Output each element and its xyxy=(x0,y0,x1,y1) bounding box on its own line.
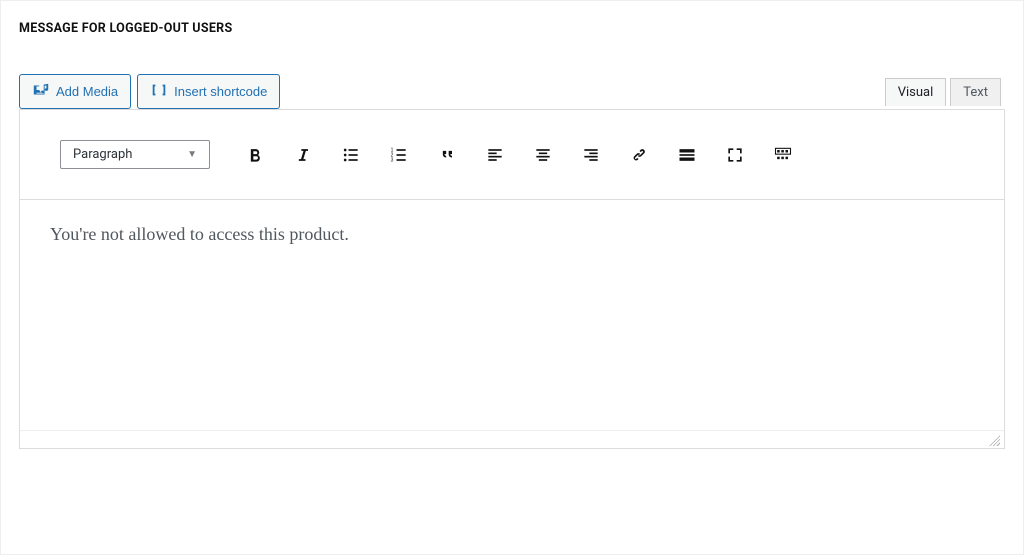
tab-text[interactable]: Text xyxy=(950,78,1001,106)
section-title: MESSAGE FOR LOGGED-OUT USERS xyxy=(19,21,1005,36)
editor-content-area[interactable]: You're not allowed to access this produc… xyxy=(20,200,1004,430)
editor-panel: MESSAGE FOR LOGGED-OUT USERS Add Media I… xyxy=(0,0,1024,555)
editor-container: Paragraph ▼ 123 xyxy=(19,109,1005,449)
editor-status-bar xyxy=(20,430,1004,448)
italic-button[interactable] xyxy=(290,142,316,168)
fullscreen-button[interactable] xyxy=(722,142,748,168)
blockquote-button[interactable] xyxy=(434,142,460,168)
format-select[interactable]: Paragraph ▼ xyxy=(60,140,210,169)
read-more-button[interactable] xyxy=(674,142,700,168)
editor-header-row: Add Media Insert shortcode Visual Text xyxy=(19,74,1005,109)
bullet-list-button[interactable] xyxy=(338,142,364,168)
insert-shortcode-label: Insert shortcode xyxy=(174,84,267,99)
editor-toolbar: Paragraph ▼ 123 xyxy=(20,110,1004,200)
camera-music-icon xyxy=(32,81,50,102)
format-select-label: Paragraph xyxy=(73,147,132,162)
media-buttons: Add Media Insert shortcode xyxy=(19,74,280,109)
numbered-list-button[interactable]: 123 xyxy=(386,142,412,168)
link-button[interactable] xyxy=(626,142,652,168)
align-left-button[interactable] xyxy=(482,142,508,168)
resize-handle[interactable] xyxy=(988,434,1000,446)
chevron-down-icon: ▼ xyxy=(187,149,197,160)
bold-button[interactable] xyxy=(242,142,268,168)
tab-visual[interactable]: Visual xyxy=(885,78,947,106)
align-right-button[interactable] xyxy=(578,142,604,168)
insert-shortcode-button[interactable]: Insert shortcode xyxy=(137,74,280,109)
toolbar-toggle-button[interactable] xyxy=(770,142,796,168)
align-center-button[interactable] xyxy=(530,142,556,168)
editor-tabs: Visual Text xyxy=(881,78,1001,106)
svg-text:3: 3 xyxy=(391,157,394,163)
editor-content-text: You're not allowed to access this produc… xyxy=(50,224,349,244)
add-media-label: Add Media xyxy=(56,84,118,99)
add-media-button[interactable]: Add Media xyxy=(19,74,131,109)
shortcode-icon xyxy=(150,81,168,102)
